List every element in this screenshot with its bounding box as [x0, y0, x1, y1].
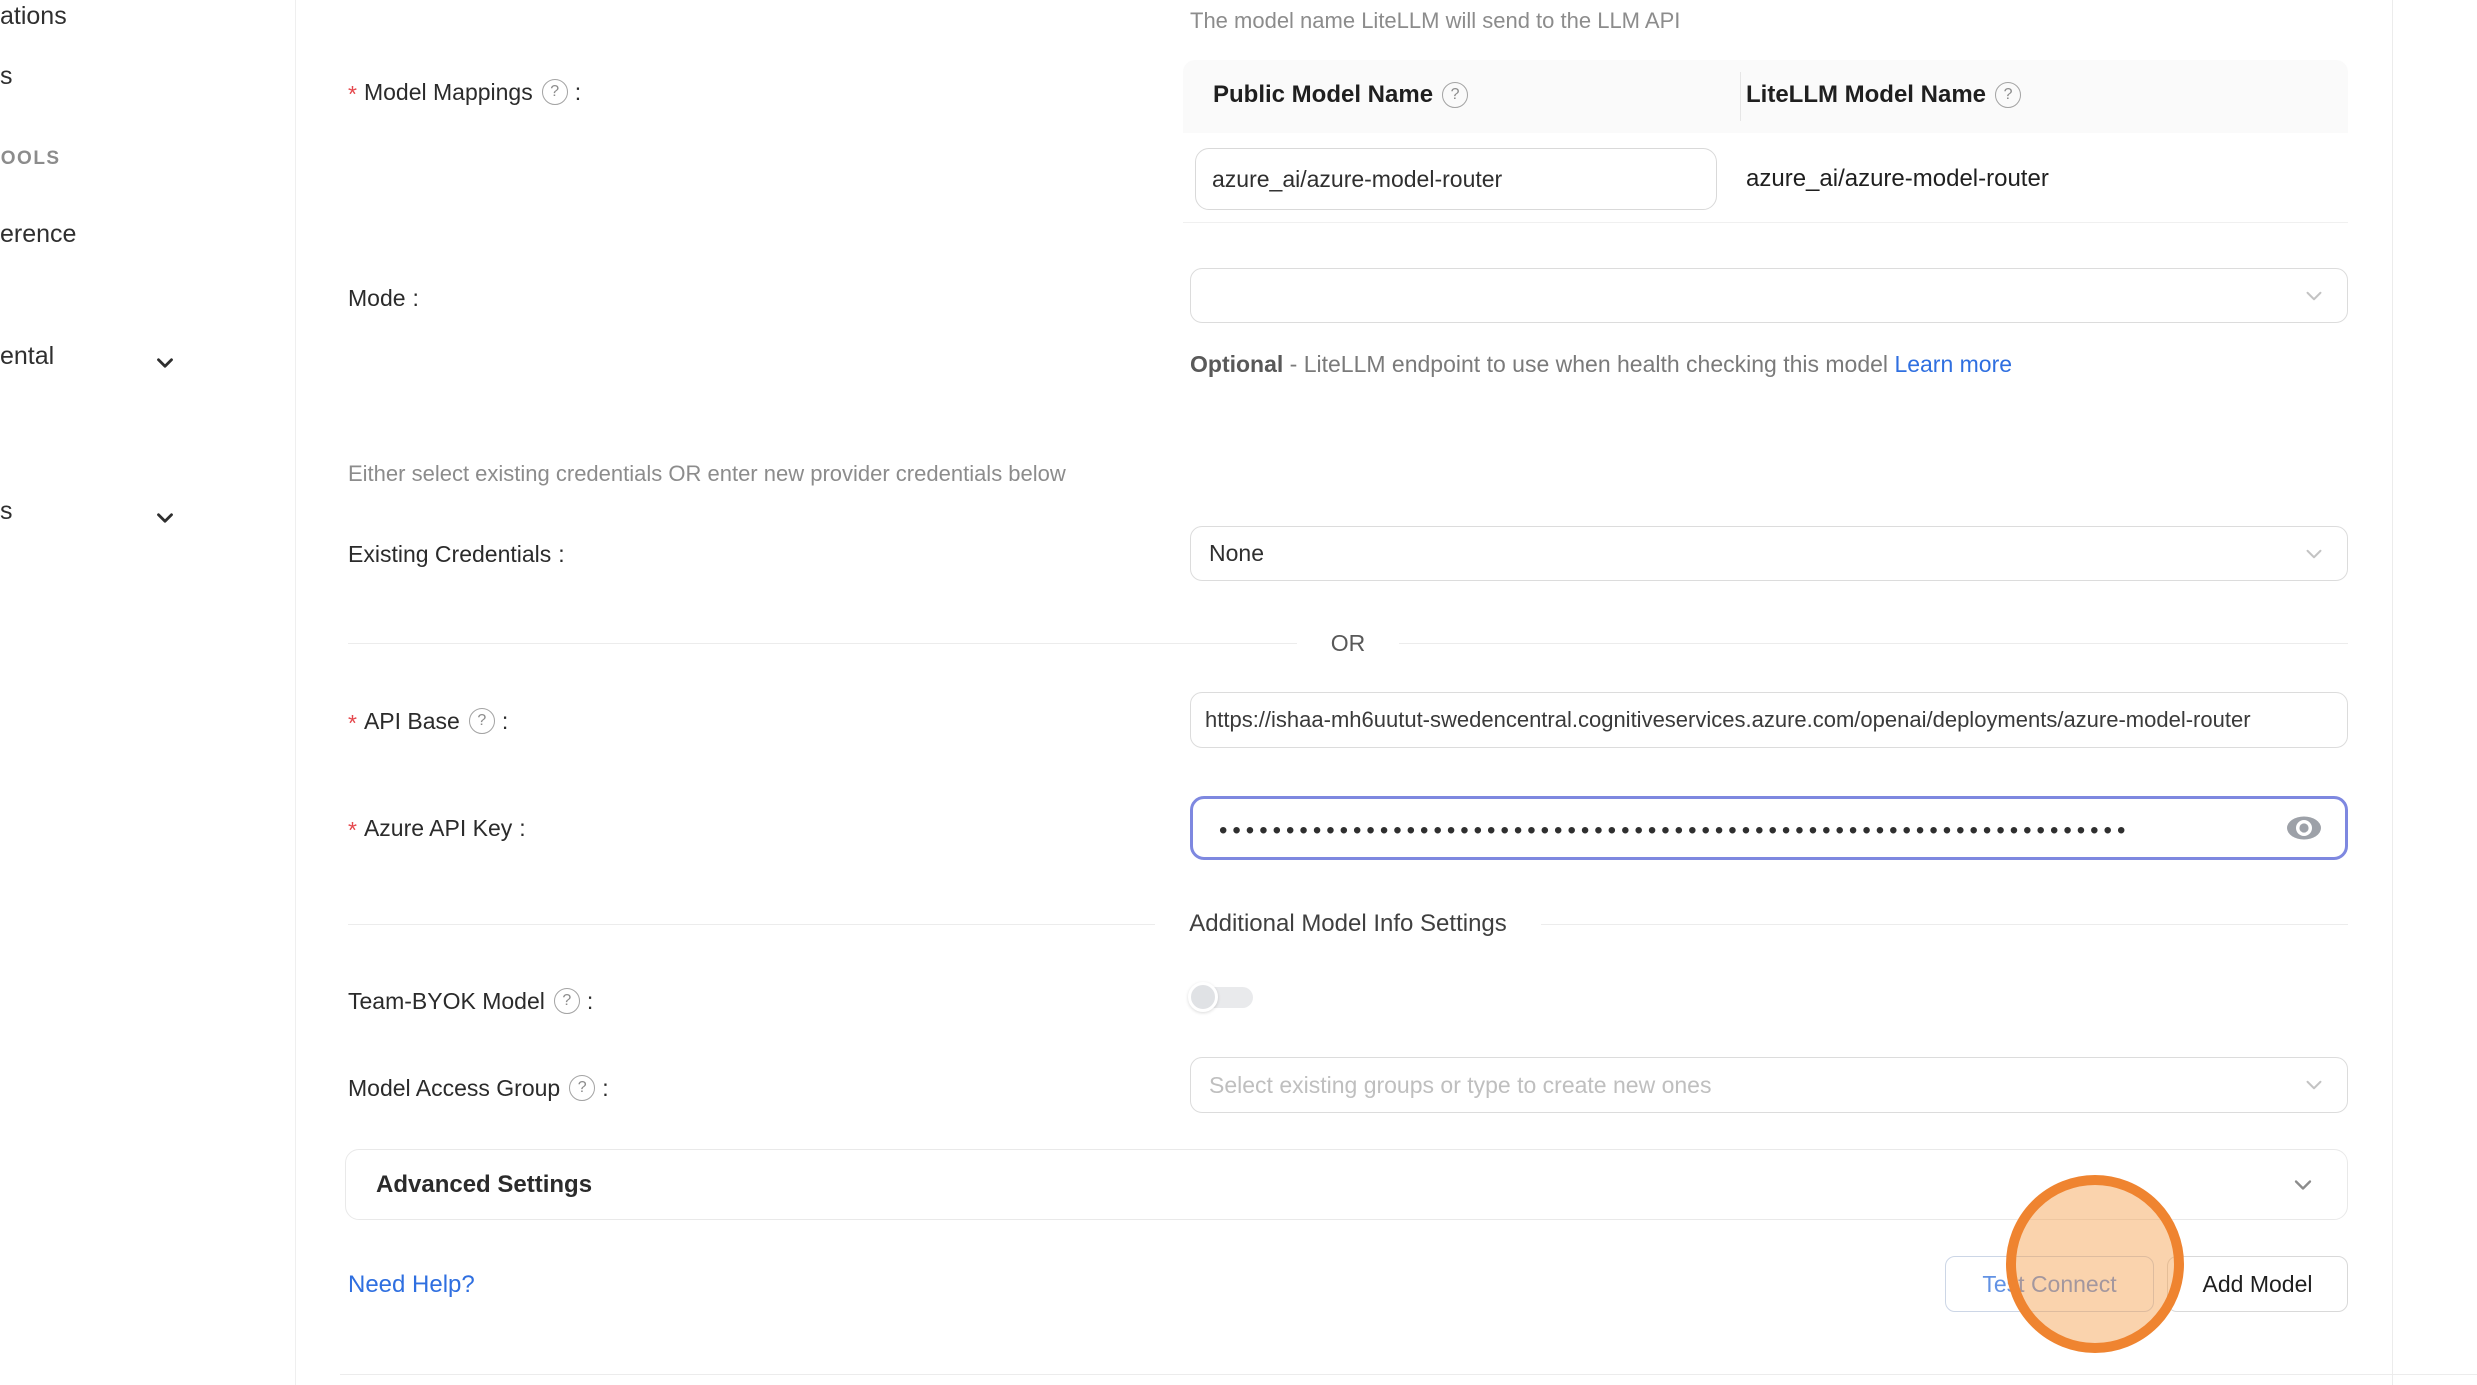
model-mappings-label: Model Mappings	[364, 79, 533, 106]
content-right-border	[2392, 0, 2393, 1385]
additional-info-title: Additional Model Info Settings	[1189, 910, 1507, 938]
api-base-value: https://ishaa-mh6uutut-swedencentral.cog…	[1205, 707, 2251, 733]
hint-optional-bold: Optional	[1190, 351, 1283, 377]
azure-api-key-input[interactable]: ••••••••••••••••••••••••••••••••••••••••…	[1190, 796, 2348, 860]
table-row-border	[1183, 222, 2348, 223]
help-icon[interactable]: ?	[569, 1075, 595, 1101]
need-help-link[interactable]: Need Help?	[348, 1271, 475, 1299]
public-model-name-value: azure_ai/azure-model-router	[1212, 166, 1502, 193]
label-colon: :	[587, 988, 593, 1015]
hint-body: - LiteLLM endpoint to use when health ch…	[1283, 351, 1894, 377]
chevron-down-icon[interactable]	[152, 505, 178, 531]
bottom-border	[340, 1374, 2477, 1375]
sidebar-item-1[interactable]: ations	[0, 2, 67, 31]
help-icon[interactable]: ?	[542, 79, 568, 105]
chevron-down-icon	[2289, 1171, 2317, 1199]
model-mappings-table-header: Public Model Name ? LiteLLM Model Name ?	[1183, 60, 2348, 133]
add-model-label: Add Model	[2203, 1271, 2313, 1298]
required-marker: *	[348, 81, 357, 108]
label-colon: :	[519, 815, 525, 842]
model-access-group-select[interactable]: Select existing groups or type to create…	[1190, 1057, 2348, 1113]
sidebar-item-label: s	[0, 62, 13, 90]
model-mappings-label-row: * Model Mappings ? :	[348, 76, 581, 108]
existing-credentials-label: Existing Credentials	[348, 541, 551, 568]
help-icon[interactable]: ?	[554, 988, 580, 1014]
sidebar-item-label: erence	[0, 220, 76, 248]
azure-api-key-label-row: * Azure API Key :	[348, 812, 526, 844]
chevron-down-icon	[2301, 283, 2327, 309]
label-colon: :	[575, 79, 581, 106]
team-byok-label-row: Team-BYOK Model ? :	[348, 985, 593, 1017]
eye-icon[interactable]	[2285, 813, 2323, 843]
sidebar-item-label: s	[0, 497, 13, 525]
header-column-divider	[1740, 72, 1741, 121]
sidebar-item-5[interactable]: s	[0, 497, 13, 526]
sidebar-item-3[interactable]: erence	[0, 220, 76, 249]
masked-password-value: ••••••••••••••••••••••••••••••••••••••••…	[1219, 817, 2239, 845]
litellm-model-name-value: azure_ai/azure-model-router	[1746, 165, 2049, 193]
chevron-down-icon[interactable]	[152, 350, 178, 376]
label-colon: :	[413, 285, 419, 312]
test-connect-button[interactable]: Test Connect	[1945, 1256, 2154, 1312]
litellm-model-name-header: LiteLLM Model Name	[1746, 81, 1986, 109]
model-access-group-label-row: Model Access Group ? :	[348, 1072, 609, 1104]
add-model-button[interactable]: Add Model	[2167, 1256, 2348, 1312]
additional-info-divider: Additional Model Info Settings	[348, 910, 2348, 938]
required-marker: *	[348, 710, 357, 737]
team-byok-label: Team-BYOK Model	[348, 988, 545, 1015]
existing-credentials-label-row: Existing Credentials :	[348, 538, 565, 570]
existing-credentials-value: None	[1209, 540, 1264, 567]
mode-label: Mode	[348, 285, 406, 312]
existing-credentials-select[interactable]: None	[1190, 526, 2348, 581]
team-byok-toggle[interactable]	[1188, 982, 1254, 1014]
sidebar-item-4[interactable]: ental	[0, 342, 54, 371]
toggle-knob	[1188, 982, 1218, 1012]
sidebar-section-tools: TOOLS	[0, 148, 61, 170]
mode-label-row: Mode :	[348, 282, 419, 314]
help-icon[interactable]: ?	[1995, 82, 2021, 108]
label-colon: :	[502, 708, 508, 735]
sidebar: ations s TOOLS erence ental s	[0, 0, 296, 1385]
advanced-settings-panel[interactable]: Advanced Settings	[345, 1149, 2348, 1220]
sidebar-item-2[interactable]: s	[0, 62, 13, 91]
label-colon: :	[558, 541, 564, 568]
model-access-group-placeholder: Select existing groups or type to create…	[1209, 1072, 1711, 1099]
sidebar-item-label: ental	[0, 342, 54, 370]
learn-more-link[interactable]: Learn more	[1894, 351, 2012, 377]
sidebar-item-label: ations	[0, 2, 67, 30]
public-model-name-input[interactable]: azure_ai/azure-model-router	[1195, 148, 1717, 210]
credentials-note: Either select existing credentials OR en…	[348, 461, 1066, 487]
model-access-group-label: Model Access Group	[348, 1075, 560, 1102]
advanced-settings-title: Advanced Settings	[376, 1171, 592, 1199]
required-marker: *	[348, 817, 357, 844]
mode-select[interactable]	[1190, 268, 2348, 323]
help-icon[interactable]: ?	[1442, 82, 1468, 108]
chevron-down-icon	[2301, 541, 2327, 567]
or-divider: OR	[348, 630, 2348, 657]
api-base-label-row: * API Base ? :	[348, 705, 508, 737]
api-base-label: API Base	[364, 708, 460, 735]
label-colon: :	[602, 1075, 608, 1102]
chevron-down-icon	[2301, 1072, 2327, 1098]
api-base-input[interactable]: https://ishaa-mh6uutut-swedencentral.cog…	[1190, 692, 2348, 748]
mode-hint-text: Optional - LiteLLM endpoint to use when …	[1190, 344, 2045, 384]
public-model-name-header: Public Model Name	[1213, 81, 1433, 109]
model-name-helper-text: The model name LiteLLM will send to the …	[1190, 8, 1680, 34]
or-divider-text: OR	[1331, 630, 1366, 657]
test-connect-label: Test Connect	[1982, 1271, 2116, 1298]
help-icon[interactable]: ?	[469, 708, 495, 734]
azure-api-key-label: Azure API Key	[364, 815, 512, 842]
